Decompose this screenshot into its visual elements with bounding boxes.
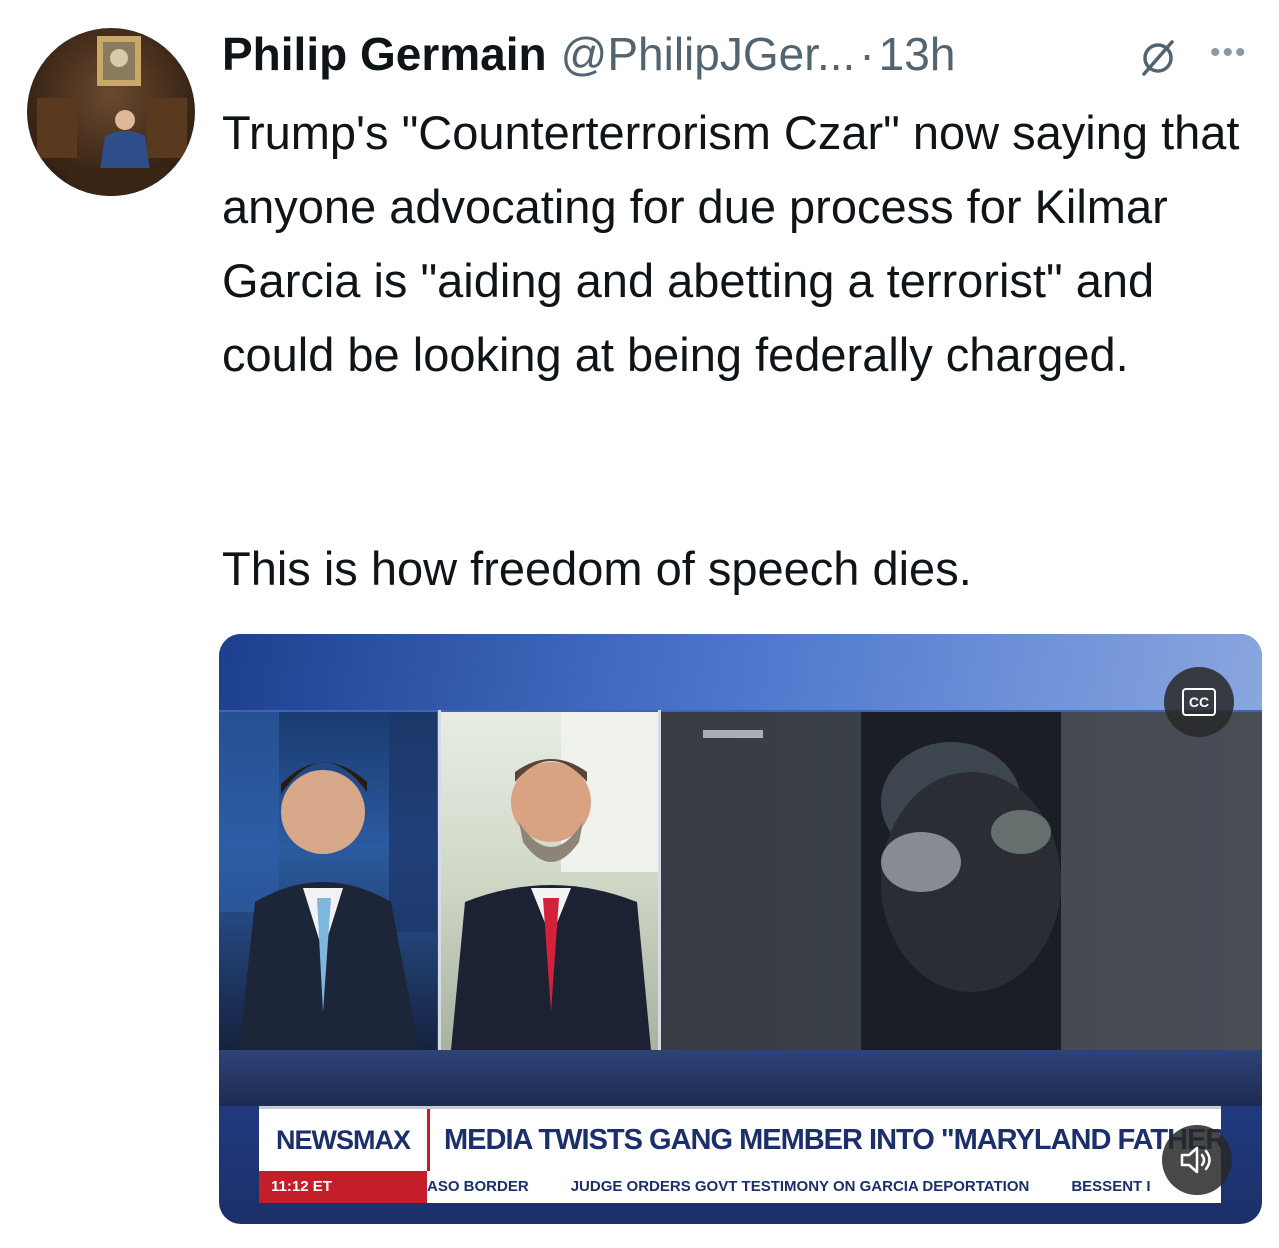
volume-button[interactable] <box>1162 1125 1232 1195</box>
ticker-item: BESSENT I <box>1071 1178 1151 1195</box>
more-icon[interactable]: ••• <box>1210 38 1258 68</box>
broadcast-time: 11:12 ET <box>259 1171 427 1203</box>
studio-floor <box>219 1050 1262 1106</box>
chyron-headline: MEDIA TWISTS GANG MEMBER INTO "MARYLAND … <box>444 1123 1221 1156</box>
video-panel-footage <box>661 712 1262 1050</box>
handle[interactable]: @PhilipJGer... <box>561 22 856 86</box>
avatar-photo <box>37 36 187 196</box>
video-player[interactable]: CC NEWSMAX MEDIA TWISTS GANG MEMBER INTO… <box>219 634 1262 1224</box>
video-panel-anchor <box>219 712 437 1050</box>
volume-icon <box>1180 1146 1211 1174</box>
display-name[interactable]: Philip Germain <box>222 22 547 86</box>
tweet: Philip Germain @PhilipJGer... · 13h ••• … <box>0 0 1279 1248</box>
network-logo: NEWSMAX <box>259 1109 430 1171</box>
timestamp[interactable]: 13h <box>879 22 956 86</box>
video-panel-guest <box>441 712 658 1050</box>
avatar[interactable] <box>27 28 195 196</box>
panel-divider <box>658 710 661 1050</box>
studio-background <box>219 634 1262 710</box>
tweet-header: Philip Germain @PhilipJGer... · 13h <box>222 22 955 86</box>
ticker-text: ASO BORDER JUDGE ORDERS GOVT TESTIMONY O… <box>427 1171 1221 1203</box>
tweet-text: Trump's "Counterterrorism Czar" now sayi… <box>222 106 1240 381</box>
separator-dot: · <box>859 28 875 80</box>
grok-icon[interactable] <box>1136 36 1180 80</box>
ticker-item: ASO BORDER <box>427 1178 529 1195</box>
ticker-item: JUDGE ORDERS GOVT TESTIMONY ON GARCIA DE… <box>570 1178 1030 1195</box>
cc-icon: CC <box>1182 688 1216 716</box>
captions-button[interactable]: CC <box>1164 667 1234 737</box>
panel-divider <box>438 710 441 1050</box>
news-ticker: 11:12 ET ASO BORDER JUDGE ORDERS GOVT TE… <box>259 1171 1221 1203</box>
tweet-text-closing: This is how freedom of speech dies. <box>222 542 972 595</box>
chyron: NEWSMAX MEDIA TWISTS GANG MEMBER INTO "M… <box>259 1106 1221 1171</box>
